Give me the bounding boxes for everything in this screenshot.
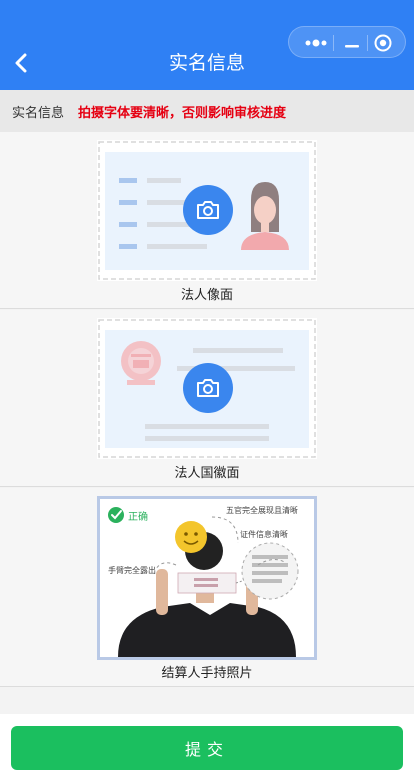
bottom-bar: 提交: [0, 714, 414, 780]
minimize-button[interactable]: [341, 37, 363, 49]
close-button[interactable]: [373, 33, 393, 53]
target-circle-icon: [374, 34, 392, 52]
notice-warning: 拍摄字体要清晰，否则影响审核进度: [78, 105, 287, 121]
minimize-icon: [345, 45, 359, 48]
page: 实名信息 实名信息 拍摄字体要清晰，否则影响审核进度 法人像面 法人国徽面 正确…: [0, 0, 414, 780]
upload-caption: 法人国徽面: [174, 466, 240, 481]
id-back-upload[interactable]: [97, 318, 317, 459]
capsule-divider: [367, 35, 368, 51]
holding-photo-upload[interactable]: 正确 五官完全展现且清晰 证件信息清晰 手臂完全露出: [97, 496, 317, 660]
notice-bar: 实名信息 拍摄字体要清晰，否则影响审核进度: [0, 90, 414, 132]
upload-caption: 结算人手持照片: [161, 666, 253, 681]
more-button[interactable]: [303, 35, 329, 51]
app-header: 实名信息: [0, 0, 414, 90]
upload-section-id-front: 法人像面: [0, 132, 414, 309]
camera-icon: [197, 379, 219, 397]
more-dots-icon: [305, 39, 327, 47]
example-note-id: 证件信息清晰: [240, 530, 288, 539]
upload-caption: 法人像面: [180, 288, 233, 303]
mini-program-capsule: [288, 26, 406, 58]
notice-label: 实名信息: [12, 105, 65, 121]
example-note-face: 五官完全展现且清晰: [226, 506, 298, 515]
example-note-arm: 手臂完全露出: [108, 566, 156, 575]
id-front-upload[interactable]: [97, 140, 317, 281]
upload-section-holding-photo: 正确 五官完全展现且清晰 证件信息清晰 手臂完全露出 结算人手持照片: [0, 488, 414, 687]
check-circle-icon: [108, 507, 124, 523]
submit-button[interactable]: 提交: [11, 726, 403, 770]
camera-button[interactable]: [183, 185, 233, 235]
camera-icon: [197, 201, 219, 219]
example-correct-label: 正确: [128, 512, 148, 523]
capsule-divider: [333, 35, 334, 51]
upload-section-id-back: 法人国徽面: [0, 310, 414, 487]
camera-button[interactable]: [183, 363, 233, 413]
